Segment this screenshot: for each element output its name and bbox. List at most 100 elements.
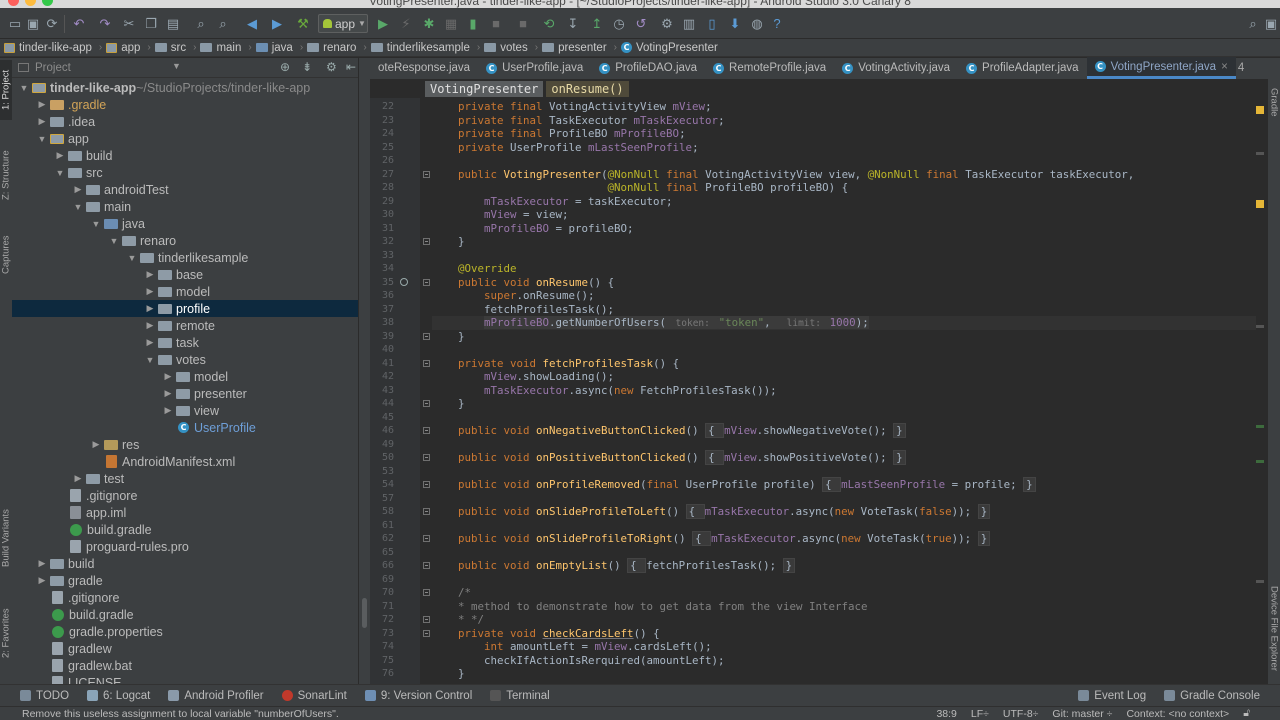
expand-right-icon[interactable]: ▶ (162, 405, 174, 416)
line-separator[interactable]: LF÷ (971, 708, 989, 720)
code-line[interactable]: public void onEmptyList() { fetchProfile… (432, 558, 796, 573)
code-line[interactable]: * */ (432, 613, 484, 627)
tree-item[interactable]: C UserProfile (12, 419, 358, 436)
fold-toggle-icon[interactable] (423, 170, 430, 178)
stop-icon[interactable]: ■ (487, 14, 505, 32)
error-stripe-marker[interactable] (1256, 460, 1264, 463)
tree-item[interactable]: ▶ profile (12, 300, 358, 317)
gradle-sync-icon[interactable]: ⟲ (540, 14, 558, 32)
tree-item[interactable]: ▼ tinder-like-app ~/StudioProjects/tinder… (12, 79, 358, 96)
settings-icon[interactable]: ⚙ (658, 14, 676, 32)
tool-android-profiler[interactable]: Android Profiler (168, 690, 264, 702)
tree-item[interactable]: ▼ renaro (12, 232, 358, 249)
code-line[interactable]: private final TaskExecutor mTaskExecutor… (432, 114, 725, 128)
search-everywhere-icon[interactable]: ⌕ (1244, 14, 1262, 32)
breadcrumb-main[interactable]: main › (200, 42, 252, 54)
code-line[interactable]: public void onSlideProfileToRight() { mT… (432, 531, 991, 546)
error-stripe-marker[interactable] (1256, 200, 1264, 208)
tree-item[interactable]: ▼ java (12, 215, 358, 232)
expand-down-icon[interactable]: ▼ (54, 168, 66, 178)
code-line[interactable]: public void onPositiveButtonClicked() { … (432, 450, 906, 465)
expand-down-icon[interactable]: ▼ (126, 253, 138, 263)
cut-icon[interactable]: ✂ (120, 14, 138, 32)
hide-panel-icon[interactable]: ⇤ (346, 60, 356, 74)
editor-tab[interactable]: oteResponse.java (370, 57, 478, 79)
breadcrumb-presenter[interactable]: presenter › (542, 42, 617, 54)
expand-right-icon[interactable]: ▶ (144, 286, 156, 297)
tool-tab-project[interactable]: 1: Project (0, 60, 12, 120)
expand-right-icon[interactable]: ▶ (144, 320, 156, 331)
settings-gear-icon[interactable]: ⚙ (326, 60, 337, 74)
tool-tab-structure[interactable]: Z: Structure (0, 140, 12, 210)
expand-right-icon[interactable]: ▶ (72, 184, 84, 195)
tool-tab-device-file-explorer[interactable]: Device File Explorer (1268, 578, 1280, 678)
tool-tab-favorites[interactable]: 2: Favorites (0, 598, 12, 668)
expand-right-icon[interactable]: ▶ (90, 439, 102, 450)
fold-toggle-icon[interactable] (423, 508, 430, 515)
tree-item[interactable]: .gitignore (12, 487, 358, 504)
tree-item[interactable]: ▶ gradle (12, 572, 358, 589)
code-line[interactable]: int amountLeft = mView.cardsLeft(); (432, 640, 712, 654)
tool-todo[interactable]: TODO (20, 690, 69, 702)
tool-terminal[interactable]: Terminal (490, 690, 550, 702)
tree-item[interactable]: proguard-rules.pro (12, 538, 358, 555)
layout-icon[interactable]: ▣ (1262, 14, 1280, 32)
code-line[interactable]: } (432, 667, 465, 681)
tool-tab-captures[interactable]: Captures (0, 226, 12, 284)
expand-right-icon[interactable]: ▶ (36, 116, 48, 127)
breadcrumb-votes[interactable]: votes › (484, 42, 538, 54)
tree-item[interactable]: gradle.properties (12, 623, 358, 640)
error-stripe-marker[interactable] (1256, 325, 1264, 328)
caret-position[interactable]: 38:9 (936, 708, 956, 720)
editor-tab[interactable]: C VotingPresenter.java × (1086, 57, 1236, 79)
project-view-selector[interactable]: Project (35, 62, 71, 74)
tree-item[interactable]: gradlew.bat (12, 657, 358, 674)
tree-item[interactable]: ▶ remote (12, 317, 358, 334)
tree-item[interactable]: ▼ votes (12, 351, 358, 368)
project-structure-icon[interactable]: ▥ (680, 14, 698, 32)
avd-manager-icon[interactable]: ▯ (703, 14, 721, 32)
fold-toggle-icon[interactable] (423, 616, 430, 623)
replace-icon[interactable]: ⌕ (214, 14, 232, 32)
code-line[interactable]: * method to demonstrate how to get data … (432, 600, 868, 614)
fold-toggle-icon[interactable] (423, 629, 430, 637)
apply-changes-icon[interactable]: ⚡ (397, 14, 415, 32)
vcs-commit-icon[interactable]: ↥ (588, 14, 606, 32)
code-line[interactable]: public void onResume() { (432, 276, 614, 290)
tree-item[interactable]: ▶ presenter (12, 385, 358, 402)
help-icon[interactable]: ? (768, 14, 786, 32)
code-line[interactable]: /* (432, 586, 471, 600)
error-stripe-marker[interactable] (1256, 106, 1264, 114)
forward-icon[interactable]: ▶ (268, 14, 286, 32)
code-line[interactable]: @NonNull final ProfileBO profileBO) { (432, 181, 849, 195)
tree-item[interactable]: ▶ androidTest (12, 181, 358, 198)
breadcrumb-method[interactable]: onResume() (546, 81, 629, 97)
fold-toggle-icon[interactable] (423, 332, 430, 340)
copy-icon[interactable]: ❐ (142, 14, 160, 32)
breadcrumb-java[interactable]: java › (255, 42, 303, 54)
code-line[interactable]: mTaskExecutor = taskExecutor; (432, 195, 673, 209)
tool-tab-gradle[interactable]: Gradle (1268, 82, 1280, 122)
fold-toggle-icon[interactable] (423, 454, 430, 461)
expand-down-icon[interactable]: ▼ (72, 202, 84, 212)
tree-item[interactable]: ▶ .gradle (12, 96, 358, 113)
code-line[interactable]: super.onResume(); (432, 289, 595, 303)
file-encoding[interactable]: UTF-8÷ (1003, 708, 1039, 720)
tabs-overflow-count[interactable]: 4 (1236, 57, 1252, 79)
tree-item[interactable]: ▶ .idea (12, 113, 358, 130)
code-line[interactable]: private void fetchProfilesTask() { (432, 357, 679, 371)
tree-item[interactable]: app.iml (12, 504, 358, 521)
expand-down-icon[interactable]: ▼ (90, 219, 102, 229)
tree-item[interactable]: ▶ base (12, 266, 358, 283)
vcs-history-icon[interactable]: ◷ (610, 14, 628, 32)
editor-tab[interactable]: C RemoteProfile.java (705, 57, 834, 79)
breadcrumb-renaro[interactable]: renaro › (307, 42, 367, 54)
fold-toggle-icon[interactable] (423, 481, 430, 488)
tree-item[interactable]: ▶ build (12, 555, 358, 572)
expand-right-icon[interactable]: ▶ (36, 575, 48, 586)
make-project-icon[interactable]: ⚒ (294, 14, 312, 32)
debug-icon[interactable]: ✱ (420, 14, 438, 32)
error-stripe-marker[interactable] (1256, 152, 1264, 155)
tree-item[interactable]: ▶ build (12, 147, 358, 164)
code-line[interactable]: public VotingPresenter(@NonNull final Vo… (432, 168, 1134, 182)
